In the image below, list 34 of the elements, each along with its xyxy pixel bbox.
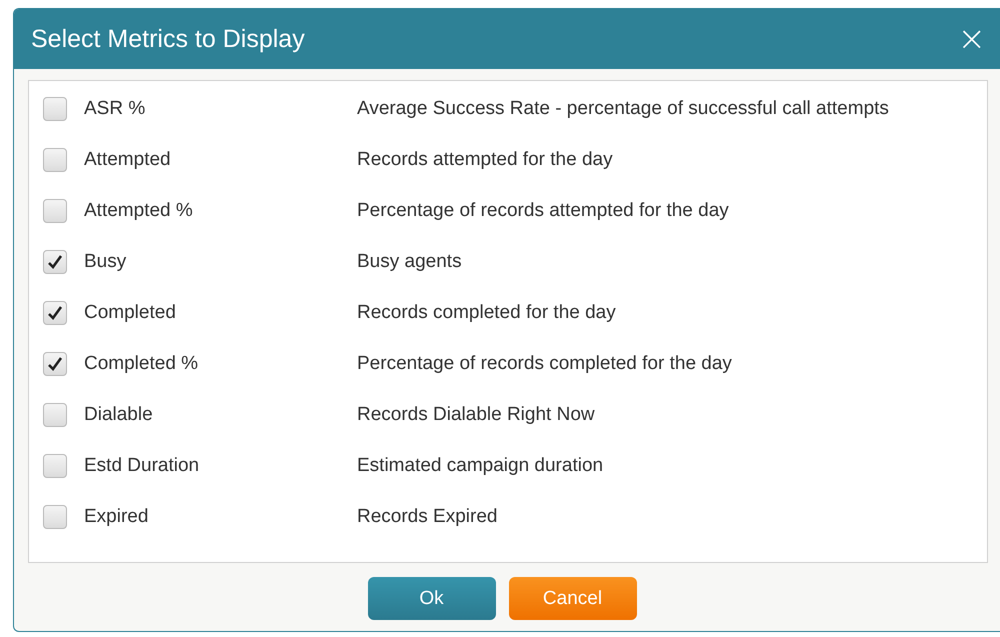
checkbox[interactable] xyxy=(43,352,67,376)
metric-name: Busy xyxy=(84,250,128,272)
metric-name: ASR % xyxy=(84,98,146,120)
metric-name: Attempted % xyxy=(84,200,194,222)
checkmark-icon xyxy=(47,304,63,320)
metric-name: Completed xyxy=(84,302,177,324)
dialog-title: Select Metrics to Display xyxy=(31,24,305,54)
checkbox[interactable] xyxy=(43,250,67,274)
metric-description: Average Success Rate - percentage of successful call attempts xyxy=(357,98,889,120)
metric-name: Estd Duration xyxy=(84,454,200,476)
checkmark-icon xyxy=(47,356,63,372)
checkmark-icon xyxy=(47,254,63,270)
metric-name: Expired xyxy=(84,506,150,528)
cancel-button[interactable]: Cancel xyxy=(508,577,636,620)
checkbox[interactable] xyxy=(43,198,67,222)
metric-name: Completed % xyxy=(84,352,200,374)
ok-button[interactable]: Ok xyxy=(368,577,496,620)
metric-name: Attempted xyxy=(84,148,172,170)
checkbox[interactable] xyxy=(43,402,67,426)
metric-name: Dialable xyxy=(84,404,154,426)
metric-description: Records Dialable Right Now xyxy=(357,404,595,426)
checkbox[interactable] xyxy=(43,504,67,528)
metric-description: Estimated campaign duration xyxy=(357,454,604,476)
metric-description: Records Expired xyxy=(357,506,498,528)
metric-description: Records attempted for the day xyxy=(357,148,613,170)
checkbox[interactable] xyxy=(43,148,67,172)
metric-description: Percentage of records attempted for the day xyxy=(357,200,729,222)
metric-description: Percentage of records completed for the day xyxy=(357,352,732,374)
checkbox[interactable] xyxy=(43,454,67,478)
metric-description: Records completed for the day xyxy=(357,302,616,324)
checkbox[interactable] xyxy=(43,300,67,324)
close-button[interactable]: × xyxy=(958,22,986,56)
checkbox[interactable] xyxy=(43,96,67,120)
metric-description: Busy agents xyxy=(357,250,462,272)
